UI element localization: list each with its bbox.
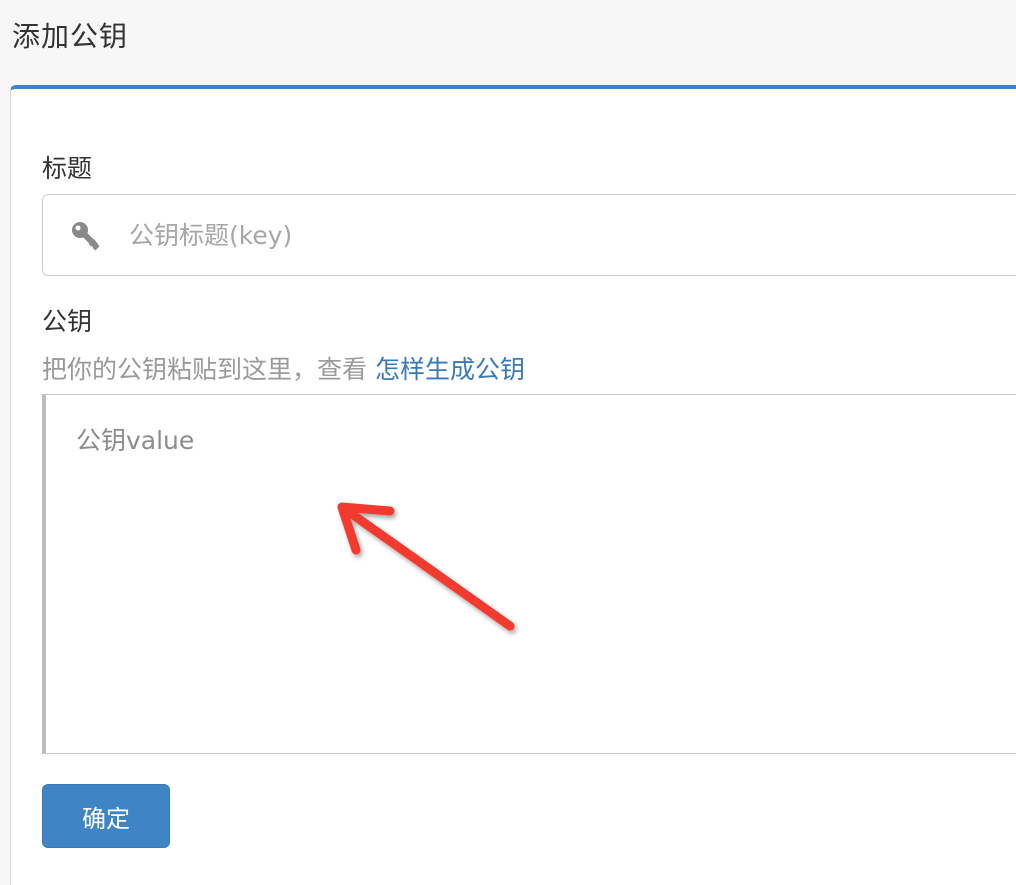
page-header: 添加公钥 [0, 0, 1016, 84]
title-input[interactable] [129, 213, 1009, 257]
key-textarea[interactable] [76, 421, 1016, 721]
key-label: 公钥 [42, 307, 93, 336]
key-icon [72, 222, 100, 251]
key-hint-text: 把你的公钥粘贴到这里，查看 [42, 355, 375, 384]
key-field[interactable] [42, 394, 1016, 754]
confirm-button[interactable]: 确定 [42, 784, 170, 848]
key-hint: 把你的公钥粘贴到这里，查看 怎样生成公钥 [42, 352, 525, 388]
page-title: 添加公钥 [12, 20, 129, 53]
title-field[interactable] [42, 194, 1016, 276]
how-to-generate-key-link[interactable]: 怎样生成公钥 [375, 355, 525, 384]
title-label: 标题 [42, 154, 93, 183]
